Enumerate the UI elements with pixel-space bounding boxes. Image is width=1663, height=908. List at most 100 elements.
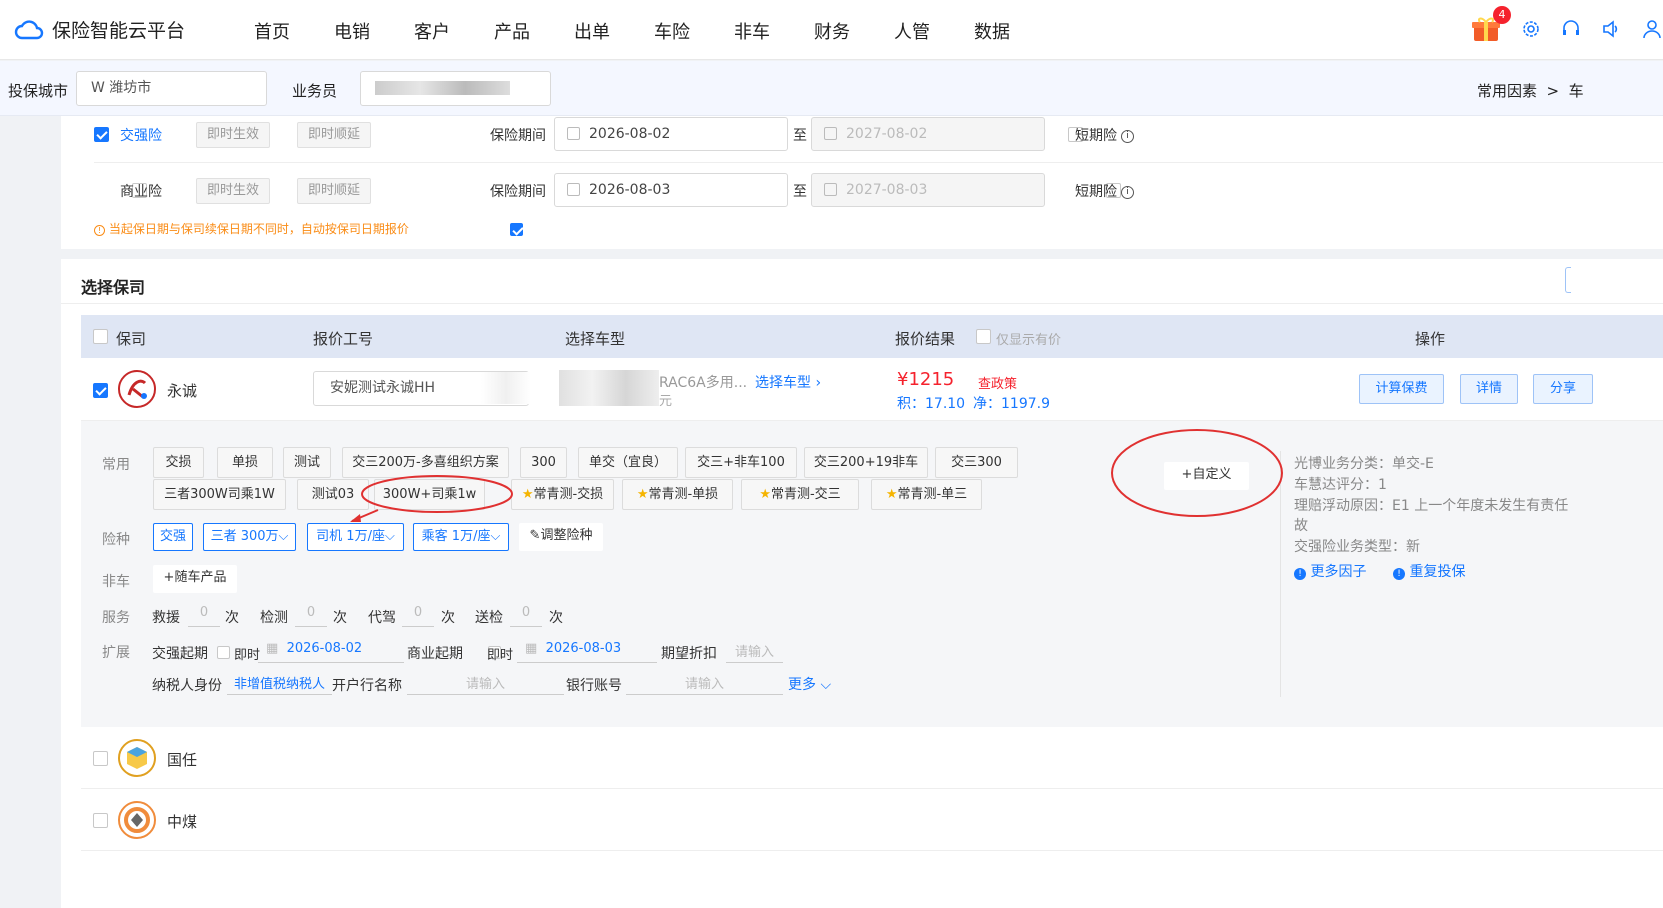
gear-icon[interactable] <box>1521 19 1541 39</box>
risk-driver[interactable]: 司机 1万/座⌵ <box>307 523 404 551</box>
jq-start-date[interactable]: 2026-08-02 <box>554 117 788 151</box>
nav-item-home[interactable]: 首页 <box>254 18 334 44</box>
jq-short-term-label: 短期险 i <box>1075 125 1134 145</box>
sy-immediate-delay[interactable]: 即时顺延 <box>297 178 372 204</box>
plan-chip[interactable]: 交三+非车100 <box>685 447 797 478</box>
jq-period-label: 保险期间 <box>490 128 546 144</box>
bank-name-label: 开户行名称 <box>332 678 402 694</box>
bank-account-input[interactable]: 请输入 <box>626 673 783 695</box>
jq-start-date-input[interactable]: ▦ 2026-08-02 <box>258 641 404 663</box>
col-vehicle: 选择车型 <box>565 330 626 348</box>
city-label: 投保城市 <box>8 82 69 100</box>
company-row-yongcheng: 永诚 安妮测试永诚HH RAC6A多用... 元 选择车型 › ¥1215 查政… <box>81 358 1663 421</box>
quote-price: ¥1215 <box>897 369 955 390</box>
more-link[interactable]: 更多 ⌵ <box>788 674 831 694</box>
table-header: 保司 报价工号 选择车型 报价结果 仅显示有价 操作 <box>81 315 1663 358</box>
plan-chip[interactable]: 交三300 <box>935 447 1018 478</box>
zhongmei-checkbox[interactable] <box>93 813 108 828</box>
nonauto-label: 非车 <box>102 574 130 590</box>
plan-chip[interactable]: 测试 <box>283 447 331 478</box>
bank-name-input[interactable]: 请输入 <box>407 673 564 695</box>
share-button[interactable]: 分享 <box>1533 374 1593 404</box>
sy-immediate-effect[interactable]: 即时生效 <box>196 178 271 204</box>
adjust-risk-button[interactable]: ✎调整险种 <box>519 523 603 551</box>
plan-chip[interactable]: 交损 <box>153 447 204 478</box>
driver-count-input[interactable]: 0 <box>402 605 434 627</box>
common-factors-link[interactable]: 常用因素 > 车 <box>1477 80 1584 101</box>
service-rescue-label: 救援 <box>152 610 180 626</box>
plan-chip[interactable]: 300W+司乘1w <box>374 479 485 510</box>
speaker-icon[interactable] <box>1601 19 1621 39</box>
calendar-icon <box>567 127 580 140</box>
nav-item-auto[interactable]: 车险 <box>654 18 734 44</box>
side-line-4: 交强险业务类型：新 <box>1294 539 1420 555</box>
inspect-count-input[interactable]: 0 <box>295 605 327 627</box>
check-count-input[interactable]: 0 <box>510 605 542 627</box>
cloud-icon <box>14 19 44 39</box>
agent-input[interactable] <box>360 71 551 106</box>
nav-item-data[interactable]: 数据 <box>974 18 1054 44</box>
nav-item-product[interactable]: 产品 <box>494 18 574 44</box>
detail-button[interactable]: 详情 <box>1460 374 1518 404</box>
risk-jq[interactable]: 交强 <box>153 523 193 551</box>
select-vehicle-link[interactable]: 选择车型 › <box>755 372 821 392</box>
jq-immediate-delay[interactable]: 即时顺延 <box>297 122 372 148</box>
nav-item-finance[interactable]: 财务 <box>814 18 894 44</box>
plan-chip[interactable]: 单交（宜良） <box>578 447 678 478</box>
add-custom-button[interactable]: +自定义 <box>1164 462 1249 490</box>
taxpayer-select[interactable]: 非增值税纳税人 <box>227 673 332 695</box>
plan-chip[interactable]: 单损 <box>217 447 273 478</box>
only-price-checkbox[interactable] <box>976 329 991 344</box>
add-product-button[interactable]: +随车产品 <box>153 565 237 593</box>
auto-date-checkbox[interactable] <box>509 223 523 236</box>
nav-item-nonauto[interactable]: 非车 <box>734 18 814 44</box>
warning-icon: ! <box>94 225 105 236</box>
vehicle-price-unit: 元 <box>659 394 673 409</box>
select-all-checkbox[interactable] <box>93 329 108 344</box>
divider <box>61 303 1663 304</box>
check-policy-link[interactable]: 查政策 <box>978 373 1017 392</box>
rescue-count-input[interactable]: 0 <box>188 605 220 627</box>
plan-chip[interactable]: 测试03 <box>297 479 369 510</box>
jq-immediate-checkbox[interactable] <box>217 646 230 659</box>
risk-passenger[interactable]: 乘客 1万/座⌵ <box>413 523 509 551</box>
jq-immediate-effect[interactable]: 即时生效 <box>196 122 271 148</box>
immediate-label: 即时 <box>487 648 514 663</box>
nav-item-customer[interactable]: 客户 <box>414 18 494 44</box>
plan-chip[interactable]: 交三200+19非车 <box>804 447 928 478</box>
plan-chip-starred[interactable]: ★常青测-交损 <box>511 479 614 510</box>
city-input[interactable]: W 潍坊市 <box>76 71 267 106</box>
service-driver-label: 代驾 <box>368 610 396 626</box>
only-price-label: 仅显示有价 <box>996 333 1062 348</box>
risk-third-party[interactable]: 三者 300万⌵ <box>203 523 296 551</box>
gift-button[interactable]: 4 <box>1471 6 1511 44</box>
app-title: 保险智能云平台 <box>52 20 186 42</box>
plan-chip-starred[interactable]: ★常青测-单损 <box>622 479 733 510</box>
sy-start-date-input[interactable]: ▦ 2026-08-03 <box>517 641 657 663</box>
headset-icon[interactable] <box>1561 19 1581 39</box>
sy-start-date[interactable]: 2026-08-03 <box>554 173 788 207</box>
plan-chip[interactable]: 三者300W司乘1W <box>153 479 286 510</box>
col-result: 报价结果 <box>895 330 956 348</box>
quote-detail-panel: 常用 交损 单损 测试 交三200万-多喜组织方案 300 单交（宜良） 交三+… <box>81 421 1663 727</box>
info-filled-icon: ! <box>1294 568 1306 580</box>
nav-item-telesales[interactable]: 电销 <box>334 18 414 44</box>
user-icon[interactable] <box>1641 19 1663 39</box>
expected-discount-input[interactable]: 请输入 <box>726 641 783 663</box>
plan-chip[interactable]: 交三200万-多喜组织方案 <box>342 447 509 478</box>
plan-chip-starred[interactable]: ★常青测-交三 <box>741 479 859 510</box>
plan-chip[interactable]: 300 <box>520 447 567 478</box>
yongcheng-checkbox[interactable] <box>93 383 108 398</box>
guoren-checkbox[interactable] <box>93 751 108 766</box>
calc-premium-button[interactable]: 计算保费 <box>1359 374 1444 404</box>
service-inspect-label: 检测 <box>260 610 288 626</box>
more-factors-link[interactable]: ! 更多因子 <box>1294 561 1366 581</box>
nav-item-hr[interactable]: 人管 <box>894 18 974 44</box>
app-logo[interactable]: 保险智能云平台 <box>14 16 185 43</box>
zhongmei-logo-icon <box>118 801 156 839</box>
nav-item-issue[interactable]: 出单 <box>574 18 654 44</box>
plan-chip-starred[interactable]: ★常青测-单三 <box>871 479 982 510</box>
repeat-insure-link[interactable]: ! 重复投保 <box>1393 561 1465 581</box>
filter-bar: 投保城市 W 潍坊市 业务员 常用因素 > 车 <box>0 61 1663 116</box>
jq-checkbox[interactable] <box>94 127 109 142</box>
